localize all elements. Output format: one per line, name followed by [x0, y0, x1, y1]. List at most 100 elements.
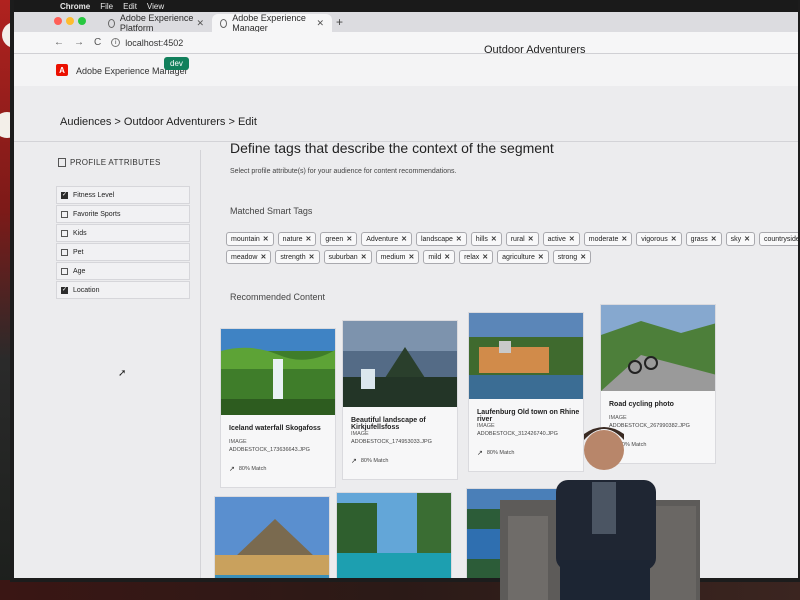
attribute-favorite-sports[interactable]: Favorite Sports [56, 205, 190, 223]
attribute-location[interactable]: ✓ Location [56, 281, 190, 299]
card-type: IMAGE [477, 423, 495, 429]
smart-tag[interactable]: countryside✕ [758, 232, 800, 246]
match-score: ↗ 80% Match [229, 465, 266, 473]
forward-icon[interactable]: → [74, 37, 84, 48]
menu-file[interactable]: File [100, 2, 113, 11]
attribute-label: Fitness Level [73, 191, 115, 199]
remove-tag-icon[interactable]: ✕ [456, 235, 462, 243]
url-text[interactable]: localhost:4502 [125, 38, 183, 48]
smart-tag[interactable]: nature ✕ [277, 232, 317, 246]
smart-tag[interactable]: landscape ✕ [415, 232, 467, 246]
smart-tag[interactable]: rural ✕ [505, 232, 539, 246]
content-card[interactable] [336, 492, 452, 578]
tab-adobe-experience-manager[interactable]: Adobe Experience Manager ✕ [212, 13, 332, 33]
match-label: 80% Match [360, 458, 389, 464]
checkbox[interactable] [61, 210, 68, 218]
card-filename: ADOBESTOCK_174953033.JPG [351, 439, 432, 445]
globe-icon [220, 18, 228, 28]
minimize-window-icon[interactable] [66, 17, 74, 25]
smart-tag[interactable]: strength ✕ [275, 250, 320, 264]
remove-tag-icon[interactable]: ✕ [444, 253, 450, 261]
smart-tag[interactable]: grass ✕ [685, 232, 722, 246]
remove-tag-icon[interactable]: ✕ [538, 253, 544, 261]
remove-tag-icon[interactable]: ✕ [528, 235, 534, 243]
menu-edit[interactable]: Edit [123, 2, 137, 11]
remove-tag-icon[interactable]: ✕ [482, 253, 488, 261]
smart-tag[interactable]: active ✕ [542, 232, 580, 246]
attribute-label: Location [73, 286, 100, 294]
tag-label: hills [475, 235, 488, 243]
menu-view[interactable]: View [147, 2, 164, 11]
panel-title-text: PROFILE ATTRIBUTES [70, 158, 161, 167]
tag-label: nature [282, 235, 303, 243]
mouse-cursor-icon: ➚ [118, 368, 127, 379]
new-tab-button[interactable]: + [336, 15, 343, 29]
remove-tag-icon[interactable]: ✕ [744, 235, 750, 243]
reload-icon[interactable]: C [94, 37, 101, 48]
card-type: IMAGE [229, 439, 247, 445]
content-card[interactable]: Beautiful landscape of Kirkjufellsfoss I… [342, 320, 458, 480]
attribute-age[interactable]: Age [56, 262, 190, 280]
smart-tag[interactable]: hills ✕ [470, 232, 502, 246]
remove-tag-icon[interactable]: ✕ [569, 235, 575, 243]
trend-icon: ↗ [351, 458, 357, 465]
checkbox[interactable]: ✓ [61, 286, 68, 294]
content-card[interactable]: Iceland waterfall Skogafoss IMAGE ADOBES… [220, 328, 336, 488]
menu-chrome[interactable]: Chrome [60, 2, 90, 11]
remove-tag-icon[interactable]: ✕ [671, 235, 677, 243]
tag-label: sky [730, 235, 742, 243]
smart-tag[interactable]: vigorous ✕ [636, 232, 682, 246]
attribute-pet[interactable]: Pet [56, 243, 190, 261]
smart-tag[interactable]: relax ✕ [459, 250, 494, 264]
remove-tag-icon[interactable]: ✕ [711, 235, 717, 243]
match-label: 80% Match [238, 466, 267, 472]
remove-tag-icon[interactable]: ✕ [580, 253, 586, 261]
smart-tag[interactable]: sky ✕ [725, 232, 755, 246]
checkbox[interactable] [61, 267, 68, 275]
remove-tag-icon[interactable]: ✕ [260, 253, 266, 261]
card-filename: ADOBESTOCK_173636643.JPG [229, 447, 310, 453]
smart-tag[interactable]: green ✕ [320, 232, 358, 246]
card-type: IMAGE [351, 431, 369, 437]
profile-attributes-panel: PROFILE ATTRIBUTES ✓ Fitness Level Favor… [48, 150, 201, 578]
smart-tag[interactable]: moderate ✕ [583, 232, 633, 246]
adobe-logo-icon[interactable]: A [56, 64, 68, 76]
tag-label: mountain [231, 235, 260, 243]
remove-tag-icon[interactable]: ✕ [401, 235, 407, 243]
smart-tag[interactable]: mountain ✕ [226, 232, 274, 246]
smart-tag[interactable]: suburban ✕ [323, 250, 372, 264]
info-icon[interactable]: i [111, 38, 121, 47]
tag-label: countryside [763, 235, 800, 243]
breadcrumb[interactable]: Audiences > Outdoor Adventurers > Edit [60, 116, 257, 128]
remove-tag-icon[interactable]: ✕ [361, 253, 367, 261]
address-bar: ← → C i localhost:4502 [14, 32, 798, 54]
smart-tag[interactable]: strong ✕ [552, 250, 592, 264]
attribute-fitness-level[interactable]: ✓ Fitness Level [56, 186, 190, 204]
attribute-kids[interactable]: Kids [56, 224, 190, 242]
smart-tag[interactable]: meadow ✕ [226, 250, 272, 264]
remove-tag-icon[interactable]: ✕ [621, 235, 627, 243]
remove-tag-icon[interactable]: ✕ [309, 253, 315, 261]
checkbox[interactable] [61, 248, 68, 256]
card-image [337, 493, 451, 578]
smart-tag[interactable]: Adventure ✕ [361, 232, 412, 246]
smart-tag[interactable]: mild ✕ [423, 250, 456, 264]
close-tab-icon[interactable]: ✕ [196, 18, 204, 29]
close-window-icon[interactable] [54, 17, 62, 25]
checkbox[interactable]: ✓ [61, 191, 68, 199]
remove-tag-icon[interactable]: ✕ [306, 235, 312, 243]
back-icon[interactable]: ← [54, 37, 64, 48]
tab-adobe-experience-platform[interactable]: Adobe Experience Platform ✕ [100, 13, 212, 33]
smart-tag[interactable]: agriculture ✕ [497, 250, 549, 264]
url-field[interactable]: i localhost:4502 [111, 38, 183, 48]
remove-tag-icon[interactable]: ✕ [263, 235, 269, 243]
checkbox[interactable] [61, 229, 68, 237]
maximize-window-icon[interactable] [78, 17, 86, 25]
remove-tag-icon[interactable]: ✕ [491, 235, 497, 243]
tag-label: strong [557, 253, 578, 261]
content-card[interactable] [214, 496, 330, 578]
remove-tag-icon[interactable]: ✕ [409, 253, 415, 261]
close-tab-icon[interactable]: ✕ [316, 18, 324, 29]
remove-tag-icon[interactable]: ✕ [346, 235, 352, 243]
smart-tag[interactable]: medium ✕ [375, 250, 420, 264]
